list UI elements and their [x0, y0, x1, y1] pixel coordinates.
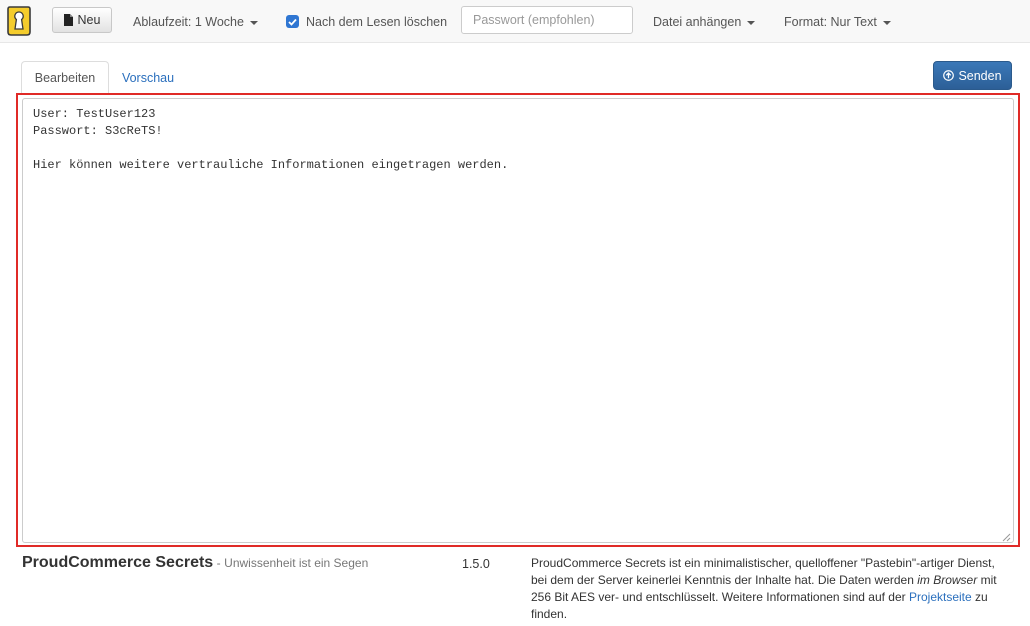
resize-grip-icon[interactable] — [1002, 533, 1011, 542]
caret-down-icon — [249, 20, 258, 25]
format-dropdown[interactable]: Format: Nur Text — [784, 0, 891, 43]
tab-preview-label: Vorschau — [121, 70, 175, 85]
burn-after-reading-option[interactable]: Nach dem Lesen löschen — [286, 0, 447, 43]
version-number: 1.5.0 — [462, 557, 490, 571]
send-button[interactable]: Senden — [933, 61, 1012, 90]
about-text-emphasis: im Browser — [917, 573, 978, 587]
brand-separator: - — [216, 556, 221, 570]
tab-preview[interactable]: Vorschau — [109, 61, 187, 94]
tab-edit[interactable]: Bearbeiten — [21, 61, 109, 94]
expiry-dropdown-label: Ablaufzeit: 1 Woche — [133, 14, 244, 29]
about-text: ProudCommerce Secrets ist ein minimalist… — [531, 555, 1009, 623]
footer-brand: ProudCommerce Secrets - Unwissenheit ist… — [22, 554, 368, 572]
caret-down-icon — [747, 20, 756, 25]
new-button-label: Neu — [77, 13, 101, 27]
burn-after-reading-checkbox[interactable] — [286, 15, 299, 28]
caret-down-icon — [882, 20, 891, 25]
new-button[interactable]: Neu — [52, 7, 112, 33]
project-page-link[interactable]: Projektseite — [909, 590, 972, 604]
circle-arrow-up-icon — [943, 70, 955, 81]
top-navbar: Neu Ablaufzeit: 1 Woche Nach dem Lesen l… — [0, 0, 1030, 43]
brand-name: ProudCommerce Secrets — [22, 554, 214, 571]
tab-edit-label: Bearbeiten — [34, 70, 96, 85]
password-input[interactable] — [461, 6, 633, 34]
checkmark-icon — [288, 18, 297, 26]
file-icon — [63, 14, 73, 26]
attach-file-label: Datei anhängen — [653, 14, 742, 29]
message-editor[interactable]: User: TestUser123 Passwort: S3cReTS! Hie… — [22, 98, 1014, 543]
editor-tabs: Bearbeiten Vorschau — [21, 61, 1010, 94]
attach-file-dropdown[interactable]: Datei anhängen — [653, 0, 756, 43]
burn-after-reading-label: Nach dem Lesen löschen — [306, 14, 448, 29]
expiry-dropdown[interactable]: Ablaufzeit: 1 Woche — [133, 0, 258, 43]
keyhole-logo-icon[interactable] — [6, 5, 32, 37]
send-button-label: Senden — [958, 68, 1002, 83]
brand-tagline: Unwissenheit ist ein Segen — [224, 556, 369, 570]
format-dropdown-label: Format: Nur Text — [784, 14, 877, 29]
